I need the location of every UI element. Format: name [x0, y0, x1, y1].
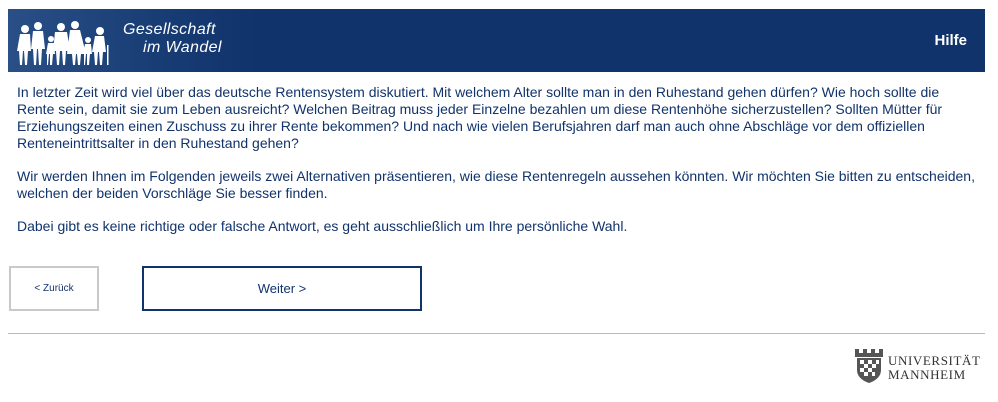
- university-logo: UNIVERSITÄT MANNHEIM: [852, 347, 987, 387]
- intro-text: In letzter Zeit wird viel über das deuts…: [17, 84, 977, 251]
- brand-line1: Gesellschaft: [123, 21, 216, 38]
- university-name: UNIVERSITÄT MANNHEIM: [888, 354, 981, 382]
- intro-paragraph-2: Wir werden Ihnen im Folgenden jeweils zw…: [17, 168, 975, 201]
- back-button[interactable]: < Zurück: [9, 266, 99, 311]
- brand-line2: im Wandel: [143, 39, 222, 56]
- brand-title: Gesellschaft im Wandel: [115, 21, 255, 57]
- intro-paragraph-1: In letzter Zeit wird viel über das deuts…: [17, 84, 943, 151]
- university-line1: UNIVERSITÄT: [888, 353, 981, 368]
- university-line2: MANNHEIM: [888, 367, 966, 382]
- intro-paragraph-3: Dabei gibt es keine richtige oder falsch…: [17, 218, 628, 234]
- university-crest-icon: [855, 349, 883, 383]
- help-link[interactable]: Hilfe: [934, 32, 967, 49]
- next-button[interactable]: Weiter >: [142, 266, 422, 311]
- footer-divider: [8, 333, 985, 334]
- header-banner: Gesellschaft im Wandel Hilfe: [8, 9, 985, 72]
